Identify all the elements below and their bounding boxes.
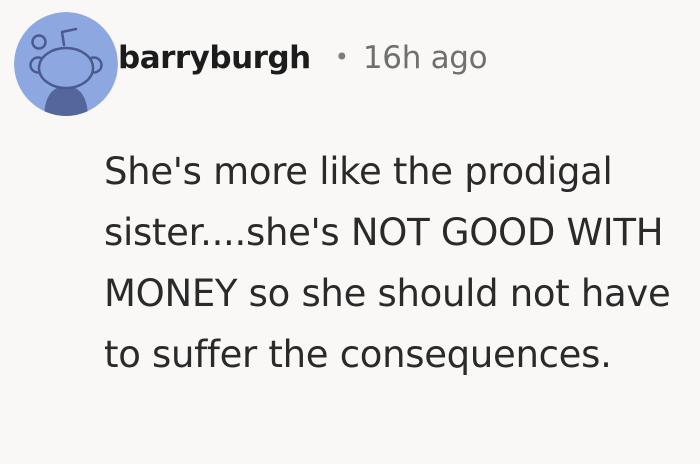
comment-body: She's more like the prodigal sister....s… (104, 150, 671, 376)
snoo-avatar-icon (14, 12, 118, 116)
separator-dot: • (334, 43, 349, 71)
comment-header: barryburgh • 16h ago (118, 34, 488, 82)
username-link[interactable]: barryburgh (118, 40, 311, 76)
user-avatar[interactable] (14, 12, 118, 116)
comment-timestamp[interactable]: 16h ago (363, 40, 488, 76)
